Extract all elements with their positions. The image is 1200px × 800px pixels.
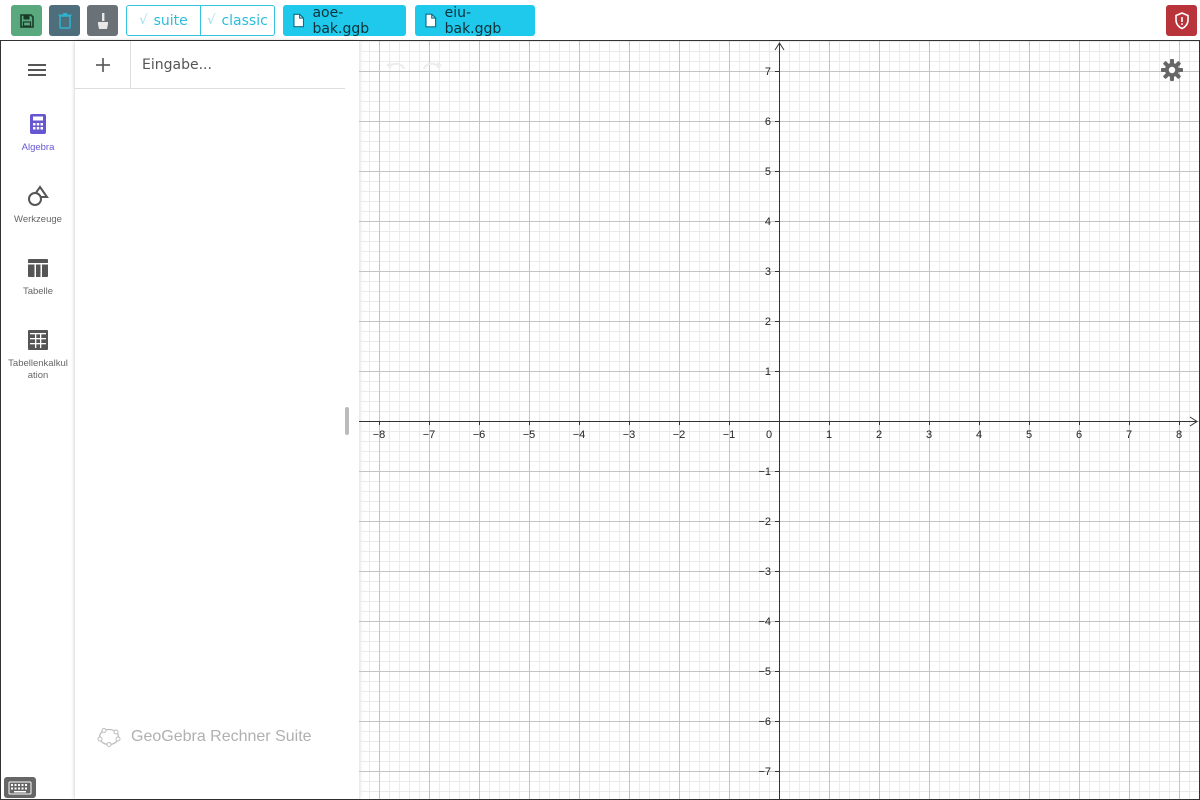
y-tick-label: −5 (758, 666, 771, 678)
floppy-icon (19, 13, 34, 28)
calculator-icon (30, 114, 46, 134)
view-rail: Algebra Werkzeuge Tabelle Tabellenkalkul… (1, 41, 75, 799)
x-tick-label: 6 (1076, 429, 1082, 441)
y-tick-label: −6 (758, 716, 771, 728)
y-tick-label: 2 (765, 316, 771, 328)
menu-button[interactable] (26, 61, 50, 81)
plus-icon (95, 58, 110, 72)
brush-icon (97, 12, 108, 29)
rail-item-werkzeuge[interactable]: Werkzeuge (3, 185, 73, 226)
x-tick-label: 1 (826, 429, 832, 441)
file-label: aoe-bak.ggb (312, 4, 370, 37)
file-icon (293, 13, 305, 28)
file-icon (425, 13, 437, 28)
x-tick-label: 0 (766, 429, 772, 441)
x-tick-label: −1 (723, 429, 736, 441)
redo-button[interactable] (421, 59, 443, 73)
rail-label: Tabellenkalkul ation (8, 358, 68, 381)
shield-button[interactable] (1166, 5, 1197, 36)
suite-toggle[interactable]: √ suite (127, 6, 200, 35)
delete-button[interactable] (49, 5, 80, 36)
y-tick-label: 1 (765, 366, 771, 378)
rail-item-tabellenkalkulation[interactable]: Tabellenkalkul ation (3, 329, 73, 382)
y-tick-label: −1 (758, 466, 771, 478)
redo-icon (423, 62, 442, 70)
add-item-button[interactable] (75, 41, 131, 89)
file-button-aoe[interactable]: aoe-bak.ggb (283, 4, 406, 37)
x-tick-label: 3 (926, 429, 932, 441)
y-tick-label: 6 (765, 116, 771, 128)
x-tick-label: −5 (523, 429, 536, 441)
shapes-icon (28, 185, 49, 206)
clear-button[interactable] (87, 5, 118, 36)
keyboard-button[interactable] (4, 777, 36, 798)
app-mode-toggle: √ suite √ classic (126, 5, 275, 36)
rail-label: Algebra (21, 142, 55, 153)
y-tick-label: 4 (765, 216, 771, 228)
undo-icon (386, 62, 405, 70)
graphics-settings-button[interactable] (1159, 57, 1185, 83)
algebra-input[interactable] (132, 41, 344, 88)
y-tick-label: 5 (765, 166, 771, 178)
rail-label: Werkzeuge (14, 214, 62, 225)
rail-item-algebra[interactable]: Algebra (3, 113, 73, 154)
classic-toggle[interactable]: √ classic (200, 6, 274, 35)
y-tick-label: 7 (765, 66, 771, 78)
save-button[interactable] (11, 5, 42, 36)
suite-label: suite (153, 12, 188, 29)
x-tick-label: 7 (1126, 429, 1132, 441)
x-tick-label: −7 (423, 429, 436, 441)
file-button-eiu[interactable]: eiu-bak.ggb (415, 4, 535, 37)
graphics-view[interactable]: −8 −7 −6 −5 −4 −3 −2 −1 0 1 2 3 4 5 6 7 8 7 6 5 4 3 2 1 −1 −2 −3 −4… (359, 41, 1199, 799)
x-tick-label: −3 (623, 429, 636, 441)
brand-logo: GeoGebra Rechner Suite (97, 727, 312, 747)
x-tick-label: 4 (976, 429, 982, 441)
x-tick-label: −4 (573, 429, 586, 441)
check-icon: √ (139, 13, 148, 28)
x-tick-label: −8 (373, 429, 386, 441)
x-tick-label: 5 (1026, 429, 1032, 441)
table-icon (28, 259, 48, 277)
x-tick-label: 2 (876, 429, 882, 441)
keyboard-icon (8, 781, 32, 794)
y-tick-label: −3 (758, 566, 771, 578)
algebra-view: GeoGebra Rechner Suite (75, 41, 359, 799)
hamburger-icon (28, 64, 46, 76)
y-tick-label: −2 (758, 516, 771, 528)
x-tick-label: −2 (673, 429, 686, 441)
check-icon: √ (207, 13, 216, 28)
x-tick-label: −6 (473, 429, 486, 441)
shield-icon (1174, 11, 1189, 29)
spreadsheet-icon (28, 330, 48, 350)
y-tick-label: −7 (758, 766, 771, 778)
x-tick-label: 8 (1176, 429, 1182, 441)
rail-label: Tabelle (22, 286, 54, 297)
algebra-input-row (75, 41, 345, 89)
gear-icon (1161, 59, 1183, 81)
geogebra-app: Algebra Werkzeuge Tabelle Tabellenkalkul… (0, 40, 1200, 800)
rail-item-tabelle[interactable]: Tabelle (3, 257, 73, 298)
geogebra-logo-icon (97, 728, 121, 747)
y-tick-label: 3 (765, 266, 771, 278)
classic-label: classic (221, 12, 268, 29)
undo-button[interactable] (385, 59, 407, 73)
coordinate-grid[interactable]: −8 −7 −6 −5 −4 −3 −2 −1 0 1 2 3 4 5 6 7 8 7 6 5 4 3 2 1 −1 −2 −3 −4… (359, 41, 1199, 799)
brand-text: GeoGebra Rechner Suite (131, 728, 312, 745)
file-label: eiu-bak.ggb (444, 4, 502, 37)
trash-icon (58, 12, 71, 29)
top-toolbar: √ suite √ classic aoe-bak.ggb eiu-bak.gg… (0, 0, 1200, 40)
y-tick-label: −4 (758, 616, 771, 628)
panel-resize-handle[interactable] (345, 407, 349, 435)
